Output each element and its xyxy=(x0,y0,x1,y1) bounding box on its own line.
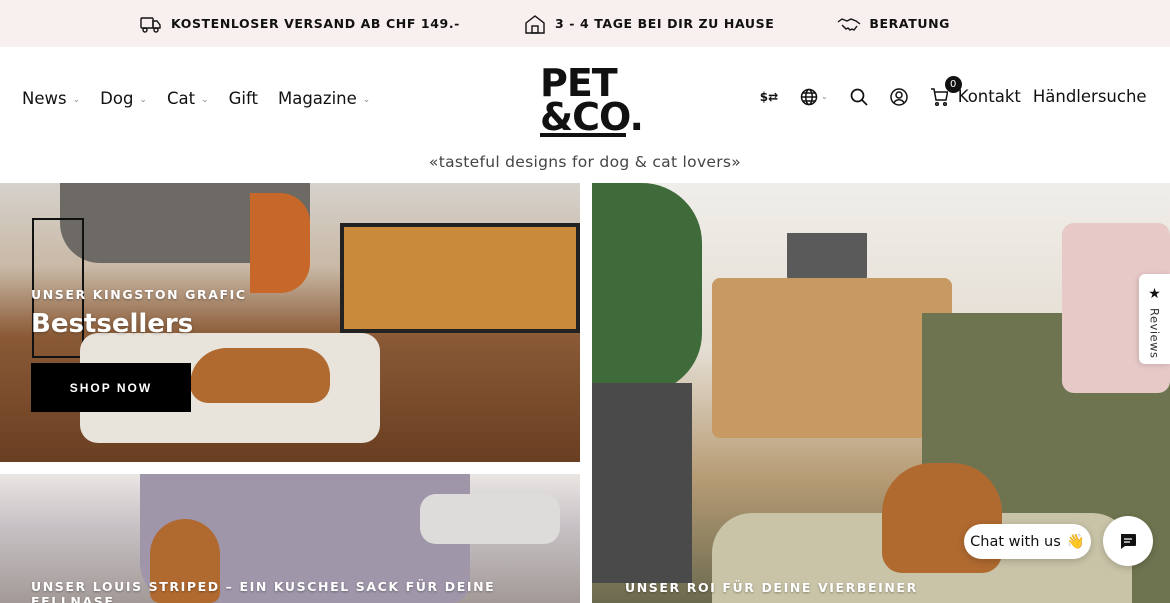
tile-eyebrow: UNSER ROI FÜR DEINE VIERBEINER xyxy=(625,580,918,595)
nav-item-news[interactable]: News ⌄ xyxy=(22,89,80,108)
chat-prompt-bubble[interactable]: Chat with us 👋 xyxy=(964,524,1091,559)
nav-item-dog[interactable]: Dog ⌄ xyxy=(100,89,147,108)
cart-button[interactable]: 0 xyxy=(930,75,962,106)
logo-underline xyxy=(540,133,626,137)
coffee-table-image xyxy=(340,223,580,333)
main-nav: News ⌄ Dog ⌄ Cat ⌄ Gift Magazine ⌄ xyxy=(22,89,370,108)
currency-switcher[interactable]: $⇄ xyxy=(760,90,778,104)
home-icon xyxy=(525,14,545,34)
cart-icon xyxy=(930,87,948,106)
handshake-icon xyxy=(837,17,861,31)
currency-icon: $⇄ xyxy=(759,89,779,104)
chevron-down-icon: ⌄ xyxy=(821,92,828,101)
account-button[interactable] xyxy=(889,87,908,106)
nav-item-magazine[interactable]: Magazine ⌄ xyxy=(278,89,370,108)
announcement-bar: KOSTENLOSER VERSAND AB CHF 149.- 3 - 4 T… xyxy=(0,0,1170,47)
free-shipping-text: KOSTENLOSER VERSAND AB CHF 149.- xyxy=(171,16,460,31)
chat-launcher-button[interactable] xyxy=(1103,516,1153,566)
chevron-down-icon: ⌄ xyxy=(139,94,147,105)
nav-label: Cat xyxy=(166,89,196,108)
nightstand-image xyxy=(712,278,952,438)
chevron-down-icon: ⌄ xyxy=(72,94,81,105)
globe-icon xyxy=(800,88,818,105)
cart-count-badge: 0 xyxy=(944,75,962,93)
delivery-time-notice: 3 - 4 TAGE BEI DIR ZU HAUSE xyxy=(523,13,774,35)
search-button[interactable] xyxy=(850,88,868,106)
stool-image xyxy=(420,494,560,544)
user-icon xyxy=(889,87,908,106)
waving-hand-icon: 👋 xyxy=(1066,534,1085,550)
nav-item-gift[interactable]: Gift xyxy=(229,89,258,108)
armchair-shell-image xyxy=(250,193,310,293)
logo-line-2: &CO. xyxy=(540,95,644,139)
nav-label: Magazine xyxy=(277,89,357,108)
tile-title: Bestsellers xyxy=(31,309,194,339)
chevron-down-icon: ⌄ xyxy=(201,94,209,105)
delivery-time-text: 3 - 4 TAGE BEI DIR ZU HAUSE xyxy=(555,16,775,31)
pot-image xyxy=(592,383,692,583)
nav-item-cat[interactable]: Cat ⌄ xyxy=(167,89,209,108)
contact-link[interactable]: Kontakt xyxy=(958,87,1021,106)
language-switcher[interactable]: ⌄ xyxy=(800,88,828,106)
nav-label: News xyxy=(22,89,67,108)
delivery-truck-icon xyxy=(140,16,161,33)
reviews-label: Reviews xyxy=(1147,308,1162,359)
plant-image xyxy=(592,183,702,393)
dog-image xyxy=(190,348,330,403)
site-header: News ⌄ Dog ⌄ Cat ⌄ Gift Magazine ⌄ PET &… xyxy=(0,47,1170,182)
search-icon xyxy=(850,88,868,106)
free-shipping-notice: KOSTENLOSER VERSAND AB CHF 149.- xyxy=(139,13,460,35)
dealer-search-link[interactable]: Händlersuche xyxy=(1033,87,1147,106)
nav-label: Dog xyxy=(100,89,134,108)
shop-now-button[interactable]: SHOP NOW xyxy=(31,363,191,412)
tagline: «tasteful designs for dog & cat lovers» xyxy=(428,153,742,171)
hero-tile-kingston[interactable]: UNSER KINGSTON GRAFIC Bestsellers SHOP N… xyxy=(0,183,580,462)
hero-tile-louis[interactable]: UNSER LOUIS STRIPED – EIN KUSCHEL SACK F… xyxy=(0,474,580,603)
star-icon: ★ xyxy=(1148,286,1161,302)
reviews-tab[interactable]: ★ Reviews xyxy=(1139,274,1170,364)
nav-label: Gift xyxy=(228,89,258,108)
header-tools: $⇄ ⌄ 0 Kontakt Händlersuche xyxy=(760,75,1147,106)
advice-notice[interactable]: BERATUNG xyxy=(837,13,950,35)
chevron-down-icon: ⌄ xyxy=(362,94,371,105)
brand-logo[interactable]: PET &CO. xyxy=(540,64,644,139)
advice-text: BERATUNG xyxy=(869,16,950,31)
chat-icon xyxy=(1121,534,1136,549)
chat-prompt-label: Chat with us xyxy=(970,533,1061,550)
tile-eyebrow: UNSER KINGSTON GRAFIC xyxy=(31,287,247,302)
tile-eyebrow: UNSER LOUIS STRIPED – EIN KUSCHEL SACK F… xyxy=(31,579,496,603)
